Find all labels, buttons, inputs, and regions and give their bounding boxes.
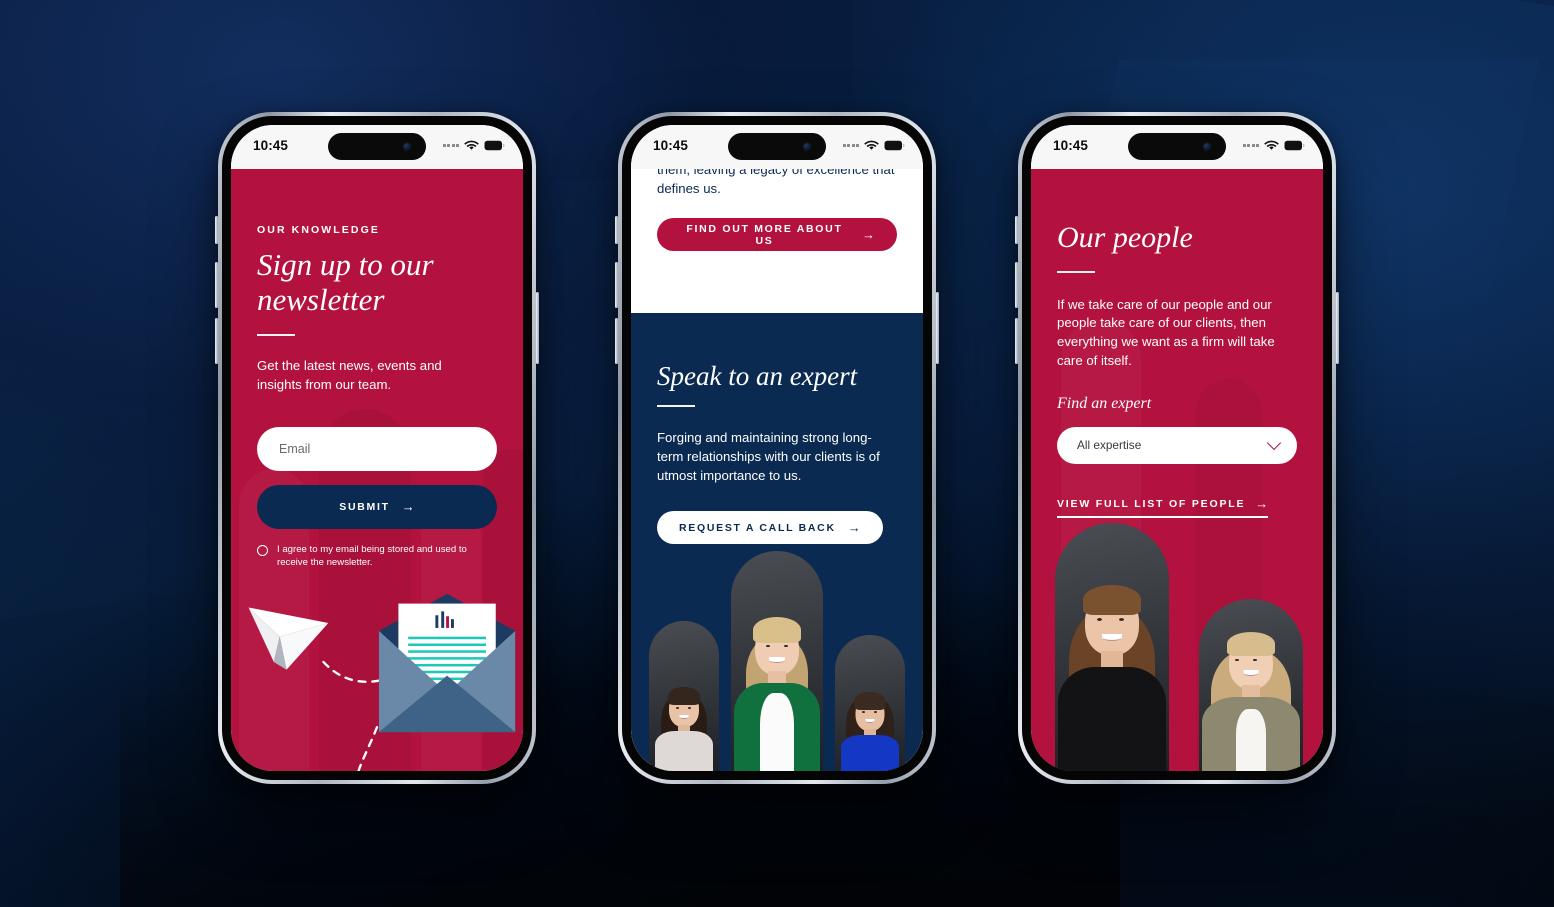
expertise-select-value: All expertise	[1077, 438, 1142, 453]
view-full-list-label: VIEW FULL LIST OF PEOPLE	[1057, 497, 1246, 510]
power-button[interactable]	[536, 292, 539, 364]
consent-checkbox[interactable]	[257, 544, 268, 556]
signal-dots-icon	[842, 143, 859, 147]
title-rule	[657, 405, 695, 408]
portrait-right	[835, 635, 905, 771]
navy-section: Speak to an expert Forging and maintaini…	[631, 313, 923, 771]
signal-dots-icon	[442, 143, 459, 147]
newsletter-illustration	[231, 581, 523, 771]
wifi-icon	[1264, 140, 1279, 150]
title-rule	[1057, 270, 1095, 273]
view-full-list-link[interactable]: VIEW FULL LIST OF PEOPLE →	[1057, 496, 1269, 519]
submit-button[interactable]: SUBMIT →	[257, 484, 497, 529]
arrow-right-icon: →	[401, 499, 415, 515]
paper-plane-icon	[248, 607, 329, 670]
volume-down-button[interactable]	[215, 318, 218, 364]
volume-down-button[interactable]	[1015, 318, 1018, 364]
phone-speak-to-expert: 10:45 them, leaving a legacy of excellen…	[615, 112, 939, 784]
section-body: Forging and maintaining strong long-term…	[657, 430, 880, 483]
page-our-people: Our people If we take care of our people…	[1031, 169, 1323, 771]
page-speak-to-expert: them, leaving a legacy of excellence tha…	[631, 169, 923, 771]
consent-row: I agree to my email being stored and use…	[257, 543, 497, 569]
find-out-more-label: FIND OUT MORE ABOUT US	[686, 222, 843, 247]
phone-our-people: 10:45 Our people If we take care of our …	[1015, 112, 1339, 784]
arrow-right-icon: →	[847, 520, 861, 536]
status-time: 10:45	[1053, 137, 1089, 153]
find-an-expert-label: Find an expert	[1057, 394, 1152, 412]
portrait-left	[649, 621, 719, 771]
expertise-select[interactable]: All expertise	[1057, 426, 1297, 464]
portrait-center	[731, 551, 823, 771]
mute-switch[interactable]	[615, 216, 618, 244]
mute-switch[interactable]	[215, 216, 218, 244]
section-title: Speak to an expert	[657, 361, 858, 391]
front-camera-lens	[1203, 142, 1212, 151]
screen-newsletter: 10:45 OUR KNOWLEDGE Sign up to our newsl…	[231, 125, 523, 771]
partial-paragraph: them, leaving a legacy of excellence tha…	[657, 169, 895, 196]
volume-up-button[interactable]	[215, 262, 218, 308]
front-camera-lens	[403, 142, 412, 151]
battery-icon	[1284, 140, 1305, 150]
find-out-more-button[interactable]: FIND OUT MORE ABOUT US →	[657, 218, 897, 252]
screen-speak-to-expert: 10:45 them, leaving a legacy of excellen…	[631, 125, 923, 771]
expertise-select-wrap: All expertise	[1057, 426, 1297, 464]
dynamic-island	[1128, 133, 1226, 160]
status-time: 10:45	[253, 137, 289, 153]
our-people-content: Our people If we take care of our people…	[1031, 169, 1323, 519]
volume-up-button[interactable]	[1015, 262, 1018, 308]
status-time: 10:45	[653, 137, 689, 153]
consent-label: I agree to my email being stored and use…	[277, 543, 467, 569]
page-newsletter: OUR KNOWLEDGE Sign up to our newsletter …	[231, 169, 523, 771]
wifi-icon	[864, 140, 879, 150]
dynamic-island	[728, 133, 826, 160]
screen-our-people: 10:45 Our people If we take care of our …	[1031, 125, 1323, 771]
power-button[interactable]	[936, 292, 939, 364]
battery-icon	[884, 140, 905, 150]
page-title: Sign up to our newsletter	[257, 247, 434, 317]
portrait-large-left	[1055, 523, 1169, 771]
mute-switch[interactable]	[1015, 216, 1018, 244]
arrow-right-icon: →	[862, 227, 875, 243]
intro-text: Get the latest news, events and insights…	[257, 358, 442, 393]
battery-icon	[484, 140, 505, 150]
power-button[interactable]	[1336, 292, 1339, 364]
dashed-trail-lower	[357, 726, 379, 771]
volume-down-button[interactable]	[615, 318, 618, 364]
intro-text: If we take care of our people and our pe…	[1057, 296, 1275, 368]
top-white-section: them, leaving a legacy of excellence tha…	[631, 169, 923, 313]
request-call-back-button[interactable]: REQUEST A CALL BACK →	[657, 511, 883, 545]
portrait-small-right	[1199, 599, 1303, 771]
front-camera-lens	[803, 142, 812, 151]
phone-newsletter: 10:45 OUR KNOWLEDGE Sign up to our newsl…	[215, 112, 539, 784]
newsletter-content: OUR KNOWLEDGE Sign up to our newsletter …	[231, 169, 523, 569]
dynamic-island	[328, 133, 426, 160]
signal-dots-icon	[1242, 143, 1259, 147]
eyebrow-label: OUR KNOWLEDGE	[257, 224, 380, 236]
title-rule	[257, 334, 295, 337]
request-call-back-label: REQUEST A CALL BACK	[679, 521, 836, 534]
wifi-icon	[464, 140, 479, 150]
open-envelope-icon	[378, 593, 516, 733]
submit-button-label: SUBMIT	[339, 500, 390, 513]
arrow-right-icon: →	[1255, 496, 1269, 512]
email-input[interactable]	[257, 426, 497, 471]
volume-up-button[interactable]	[615, 262, 618, 308]
page-title: Our people	[1057, 221, 1193, 254]
